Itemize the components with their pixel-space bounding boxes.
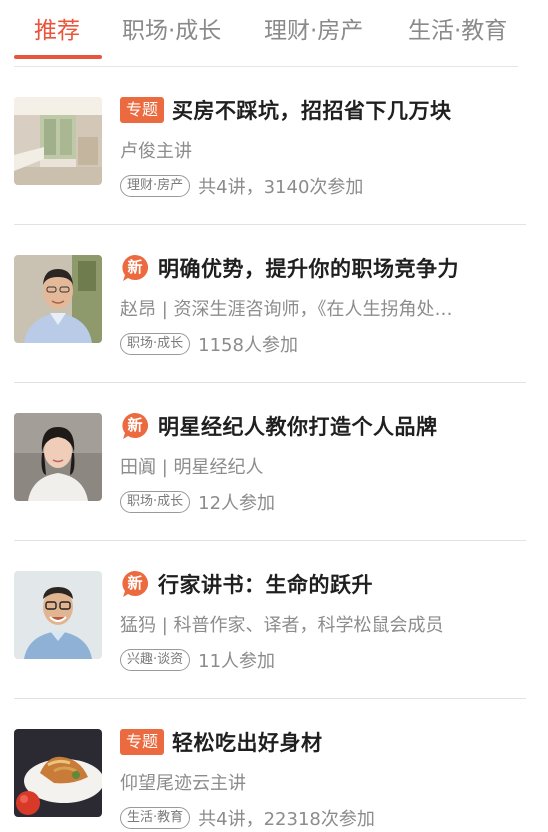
course-title-line: 专题 买房不踩坑，招招省下几万块 — [120, 93, 452, 127]
course-title-line: 新 明确优势，提升你的职场竞争力 — [120, 251, 459, 285]
course-list-item[interactable]: 专题 轻松吃出好身材 仰望尾迹云主讲 生活·教育 共4讲，22318次参加 — [0, 699, 548, 832]
new-badge: 新 — [120, 411, 152, 441]
topic-badge: 专题 — [120, 97, 165, 123]
course-meta: 生活·教育 共4讲，22318次参加 — [120, 805, 375, 831]
participation-count: 11人参加 — [198, 651, 276, 672]
category-tabs: 推荐 职场·成长 理财·房产 生活·教育 — [0, 0, 548, 67]
participation-count: 12人参加 — [198, 493, 276, 514]
participation-count: 共4讲，22318次参加 — [198, 809, 375, 830]
category-tag[interactable]: 理财·房产 — [120, 175, 191, 197]
course-title: 明星经纪人教你打造个人品牌 — [158, 415, 438, 439]
course-list-item[interactable]: 专题 买房不踩坑，招招省下几万块 卢俊主讲 理财·房产 共4讲，3140次参加 — [0, 67, 548, 225]
tab-recommend[interactable]: 推荐 — [34, 14, 80, 48]
speaker-portrait-image — [14, 413, 102, 501]
category-tag[interactable]: 职场·成长 — [120, 491, 191, 513]
course-title-line: 新 明星经纪人教你打造个人品牌 — [120, 409, 438, 443]
category-tag[interactable]: 兴趣·谈资 — [120, 649, 191, 671]
course-meta: 职场·成长 1158人参加 — [120, 331, 298, 357]
course-speaker: 田阗 | 明星经纪人 — [120, 457, 264, 478]
course-speaker: 猛犸 | 科普作家、译者，科学松鼠会成员 — [120, 615, 444, 636]
tab-career-growth[interactable]: 职场·成长 — [122, 14, 221, 48]
speaker-portrait-image — [14, 571, 102, 659]
new-badge: 新 — [120, 569, 152, 599]
tab-life-education[interactable]: 生活·教育 — [408, 14, 507, 48]
kitchen-interior-image — [14, 97, 102, 185]
course-list-item[interactable]: 新 行家讲书：生命的跃升 猛犸 | 科普作家、译者，科学松鼠会成员 兴趣·谈资 … — [0, 541, 548, 699]
participation-count: 1158人参加 — [198, 335, 298, 356]
category-tag[interactable]: 职场·成长 — [120, 333, 191, 355]
course-list-item[interactable]: 新 明确优势，提升你的职场竞争力 赵昂 | 资深生涯咨询师，《在人生拐角处… 职… — [0, 225, 548, 383]
course-title: 买房不踩坑，招招省下几万块 — [172, 99, 452, 123]
speaker-portrait-image — [14, 255, 102, 343]
course-meta: 兴趣·谈资 11人参加 — [120, 647, 275, 673]
topic-badge: 专题 — [120, 729, 165, 755]
participation-count: 共4讲，3140次参加 — [198, 177, 364, 198]
course-list-item[interactable]: 新 明星经纪人教你打造个人品牌 田阗 | 明星经纪人 职场·成长 12人参加 — [0, 383, 548, 541]
course-title: 轻松吃出好身材 — [172, 731, 323, 755]
active-tab-indicator — [14, 55, 102, 59]
course-speaker: 卢俊主讲 — [120, 141, 192, 162]
category-tag[interactable]: 生活·教育 — [120, 807, 191, 829]
tab-finance-property[interactable]: 理财·房产 — [264, 14, 363, 48]
new-badge: 新 — [120, 253, 152, 283]
course-title-line: 专题 轻松吃出好身材 — [120, 725, 323, 759]
course-speaker: 仰望尾迹云主讲 — [120, 773, 246, 794]
course-speaker: 赵昂 | 资深生涯咨询师，《在人生拐角处… — [120, 299, 453, 320]
course-title-line: 新 行家讲书：生命的跃升 — [120, 567, 373, 601]
course-title: 明确优势，提升你的职场竞争力 — [158, 257, 459, 281]
course-meta: 职场·成长 12人参加 — [120, 489, 275, 515]
course-title: 行家讲书：生命的跃升 — [158, 573, 373, 597]
food-plate-image — [14, 729, 102, 817]
course-meta: 理财·房产 共4讲，3140次参加 — [120, 173, 363, 199]
